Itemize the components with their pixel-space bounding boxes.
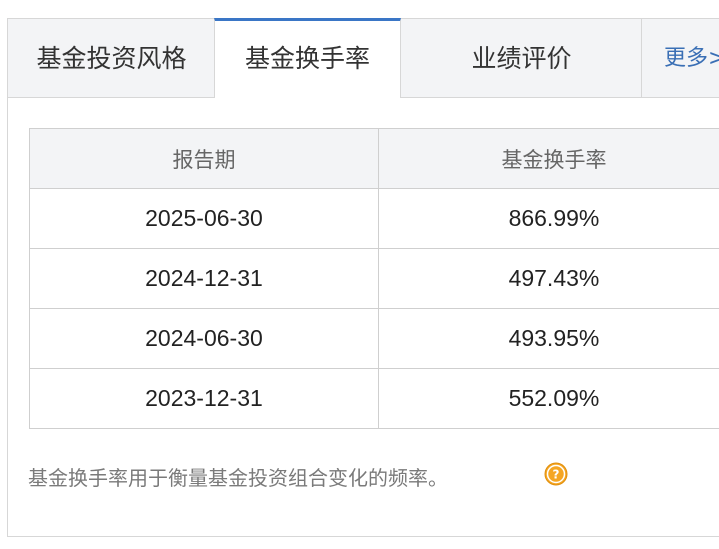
cell-rate: 497.43% <box>377 248 719 309</box>
turnover-table: 报告期 基金换手率 2025-06-30 866.99% 2024-12-31 … <box>29 128 719 429</box>
cell-period: 2023-12-31 <box>29 368 379 429</box>
table-header-row: 报告期 基金换手率 <box>29 128 719 189</box>
tab-bar: 基金投资风格 基金换手率 业绩评价 更多> <box>7 18 719 98</box>
tab-more-link[interactable]: 更多> <box>641 18 719 97</box>
tab-turnover-rate[interactable]: 基金换手率 <box>214 18 401 98</box>
cell-period: 2024-12-31 <box>29 248 379 309</box>
table-row: 2024-06-30 493.95% <box>29 308 719 369</box>
svg-text:?: ? <box>553 468 560 482</box>
header-report-period: 报告期 <box>29 128 379 189</box>
table-row: 2025-06-30 866.99% <box>29 188 719 249</box>
cell-period: 2025-06-30 <box>29 188 379 249</box>
tab-performance-evaluation[interactable]: 业绩评价 <box>400 18 642 97</box>
tab-fund-style[interactable]: 基金投资风格 <box>7 18 215 97</box>
question-circle-icon[interactable]: ? <box>544 462 568 486</box>
cell-rate: 493.95% <box>377 308 719 369</box>
turnover-description: 基金换手率用于衡量基金投资组合变化的频率。 <box>28 466 448 490</box>
cell-rate: 866.99% <box>377 188 719 249</box>
header-turnover-rate: 基金换手率 <box>377 128 719 189</box>
cell-rate: 552.09% <box>377 368 719 429</box>
cell-period: 2024-06-30 <box>29 308 379 369</box>
table-row: 2024-12-31 497.43% <box>29 248 719 309</box>
table-row: 2023-12-31 552.09% <box>29 368 719 429</box>
